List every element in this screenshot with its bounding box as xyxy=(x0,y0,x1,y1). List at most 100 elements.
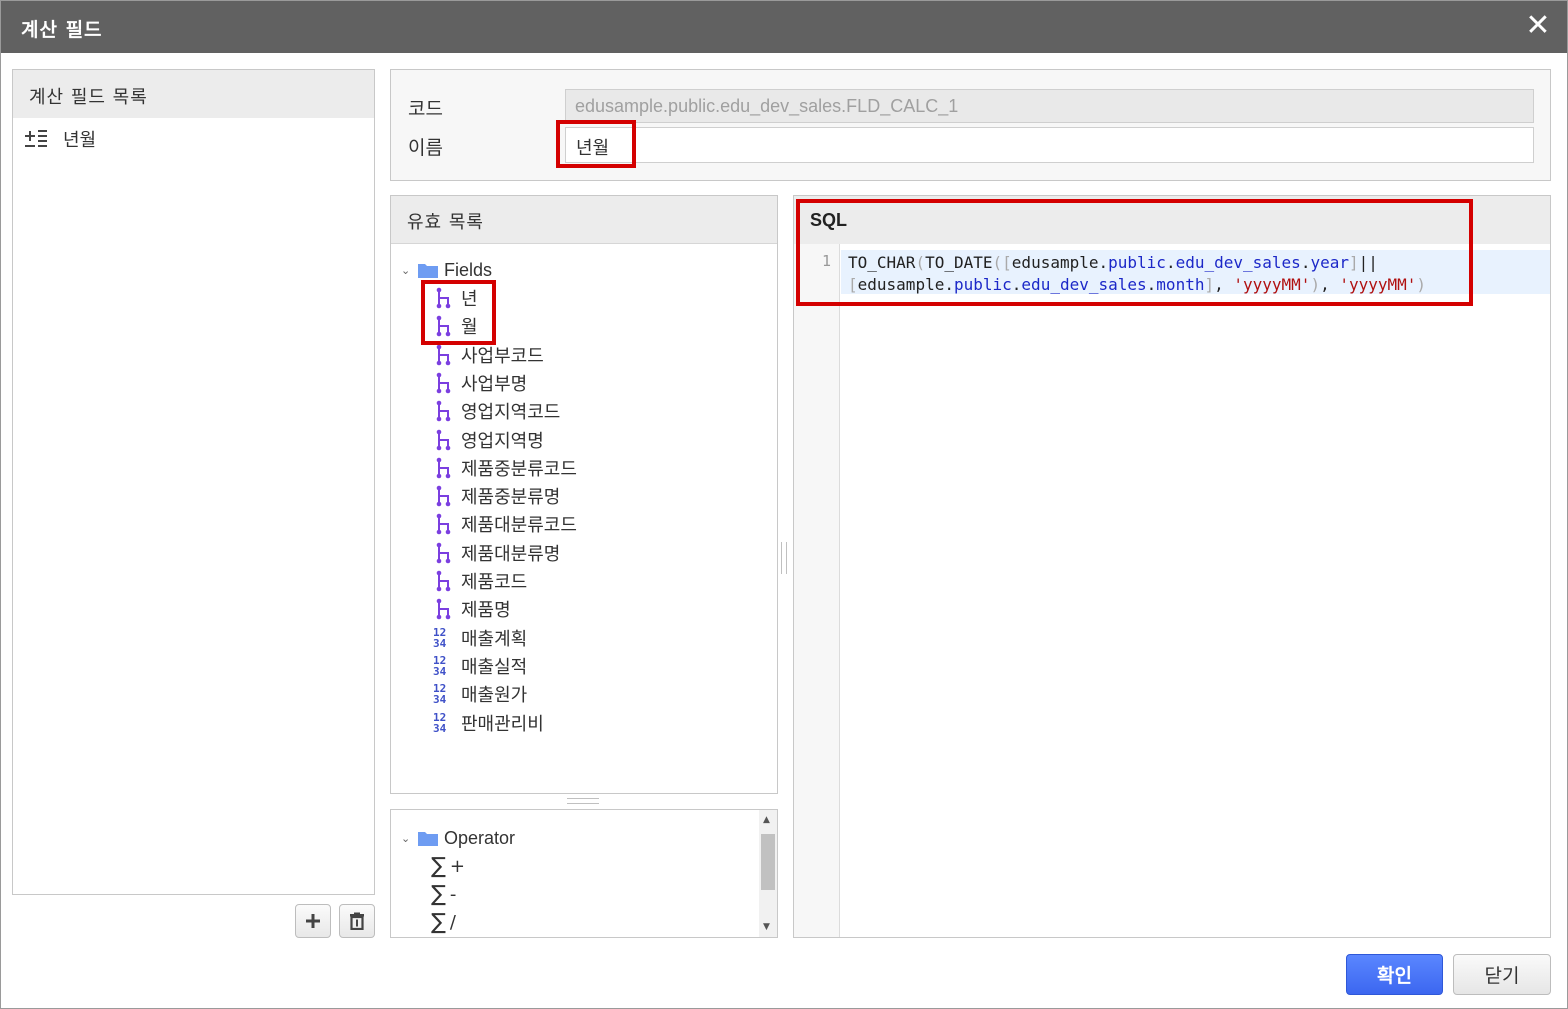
operator-label: / xyxy=(449,911,456,933)
field-label: 년 xyxy=(461,289,478,310)
dialog-title: 계산 필드 xyxy=(21,19,103,41)
calculated-field-label: 년월 xyxy=(63,130,97,151)
dimension-icon xyxy=(436,429,451,450)
calculated-field-list-header: 계산 필드 목록 xyxy=(13,70,374,118)
measure-icon: 12 34 xyxy=(433,710,447,735)
sql-editor-panel: SQL 1 TO_CHAR(TO_DATE([edusample.public.… xyxy=(793,195,1551,938)
dimension-icon xyxy=(436,315,451,337)
dimension-icon xyxy=(436,457,451,479)
field-info-box: 코드 edusample.public.edu_dev_sales.FLD_CA… xyxy=(390,69,1551,181)
field-item[interactable]: 월 xyxy=(433,312,478,340)
field-item[interactable]: 년 xyxy=(433,284,478,312)
operator-item[interactable]: ∑ / xyxy=(431,908,456,936)
field-item[interactable]: 제품명 xyxy=(433,595,511,623)
field-label: 매출계획 xyxy=(461,628,528,650)
field-label: 제품명 xyxy=(461,600,511,622)
valid-list-header: 유효 목록 xyxy=(391,196,777,244)
measure-icon: 12 34 xyxy=(433,625,447,650)
confirm-button[interactable]: 확인 xyxy=(1346,954,1443,995)
operator-item[interactable]: ∑ - xyxy=(431,880,456,908)
close-icon[interactable]: ✕ xyxy=(1523,11,1553,41)
delete-field-button[interactable] xyxy=(339,904,375,938)
trash-icon xyxy=(350,912,364,930)
scroll-up-arrow-icon[interactable]: ▲ xyxy=(763,815,770,825)
dimension-icon xyxy=(436,514,451,535)
field-item[interactable]: 제품코드 xyxy=(433,567,527,595)
measure-icon: 12 34 xyxy=(433,682,447,707)
field-label: 사업부코드 xyxy=(461,345,544,367)
operator-scrollbar[interactable]: ▲ ▼ xyxy=(759,810,777,937)
dimension-icon xyxy=(436,344,451,365)
field-item[interactable]: 영업지역명 xyxy=(433,426,544,454)
line-number-gutter: 1 xyxy=(794,244,840,937)
field-label: 제품대분류명 xyxy=(461,543,561,565)
horizontal-splitter-handle[interactable] xyxy=(567,798,599,804)
field-label: 제품코드 xyxy=(461,572,528,593)
name-field[interactable]: 년월 xyxy=(565,127,1534,163)
operator-label: + xyxy=(449,855,465,877)
field-item[interactable]: 사업부명 xyxy=(433,369,527,397)
field-item[interactable]: 12 34 매출계획 xyxy=(433,624,527,652)
scroll-down-arrow-icon[interactable]: ▼ xyxy=(763,922,770,932)
field-label: 제품대분류코드 xyxy=(461,515,577,537)
field-item[interactable]: 제품대분류코드 xyxy=(433,510,577,538)
field-label: 제품중분류코드 xyxy=(461,458,577,480)
line-number: 1 xyxy=(821,252,831,270)
field-item[interactable]: 12 34 매출실적 xyxy=(433,652,527,680)
dialog-titlebar: 계산 필드 ✕ xyxy=(1,1,1567,53)
calculated-field-item[interactable]: 년월 xyxy=(23,125,96,153)
chevron-down-icon[interactable]: ⌄ xyxy=(401,264,413,277)
field-item[interactable]: 12 34 매출원가 xyxy=(433,680,527,708)
operator-folder[interactable]: ⌄ Operator xyxy=(401,825,515,851)
field-label: 영업지역명 xyxy=(461,430,544,452)
fields-folder-label: Fields xyxy=(444,259,493,280)
field-item[interactable]: 제품중분류명 xyxy=(433,482,560,510)
code-field: edusample.public.edu_dev_sales.FLD_CALC_… xyxy=(565,89,1534,123)
field-label: 영업지역코드 xyxy=(461,402,561,424)
field-label: 판매관리비 xyxy=(461,713,544,735)
left-panel-buttons xyxy=(295,904,375,938)
calculated-field-dialog: 계산 필드 ✕ 계산 필드 목록 년월 코드 edusample.public.… xyxy=(0,0,1568,1009)
calculated-field-icon xyxy=(25,130,47,147)
chevron-down-icon[interactable]: ⌄ xyxy=(401,832,413,845)
field-item[interactable]: 제품중분류코드 xyxy=(433,454,577,482)
field-label: 제품중분류명 xyxy=(461,487,561,509)
field-item[interactable]: 12 34 판매관리비 xyxy=(433,709,544,737)
operator-panel: ⌄ Operator ∑ + ∑ - ∑ / ▲ ▼ xyxy=(390,809,778,938)
dimension-icon xyxy=(436,287,451,309)
operator-label: - xyxy=(449,883,457,905)
measure-icon: 12 34 xyxy=(433,653,447,678)
sigma-icon: ∑ xyxy=(431,881,446,907)
field-label: 매출원가 xyxy=(461,685,528,707)
sigma-icon: ∑ xyxy=(431,909,446,935)
dimension-icon xyxy=(436,598,451,620)
name-label: 이름 xyxy=(408,137,443,159)
folder-icon xyxy=(418,832,438,846)
dimension-icon xyxy=(436,485,451,507)
field-label: 월 xyxy=(461,317,478,339)
sql-header: SQL xyxy=(794,196,1550,244)
plus-icon xyxy=(306,914,320,928)
field-item[interactable]: 사업부코드 xyxy=(433,341,544,369)
close-button[interactable]: 닫기 xyxy=(1453,954,1551,995)
operator-item[interactable]: ∑ + xyxy=(431,852,465,880)
code-label: 코드 xyxy=(408,98,443,120)
add-field-button[interactable] xyxy=(295,904,331,938)
operator-folder-label: Operator xyxy=(444,827,516,848)
field-item[interactable]: 제품대분류명 xyxy=(433,539,560,567)
scrollbar-thumb[interactable] xyxy=(761,834,775,890)
fields-folder[interactable]: ⌄ Fields xyxy=(401,257,492,283)
dimension-icon xyxy=(436,400,451,422)
sigma-icon: ∑ xyxy=(431,853,446,879)
valid-list-panel: 유효 목록 ⌄ Fields 년 월사업부코드사업부명영업지역코드영업지역명제품중… xyxy=(390,195,778,794)
field-label: 사업부명 xyxy=(461,373,528,395)
dimension-icon xyxy=(436,542,451,563)
field-item[interactable]: 영업지역코드 xyxy=(433,397,560,425)
folder-icon xyxy=(418,264,438,278)
sql-code-editor[interactable]: TO_CHAR(TO_DATE([edusample.public.edu_de… xyxy=(848,252,1426,296)
dimension-icon xyxy=(436,570,451,592)
dimension-icon xyxy=(436,372,451,394)
vertical-splitter-handle[interactable] xyxy=(781,542,787,574)
field-label: 매출실적 xyxy=(461,656,528,678)
calculated-field-list-panel: 계산 필드 목록 년월 xyxy=(12,69,375,895)
